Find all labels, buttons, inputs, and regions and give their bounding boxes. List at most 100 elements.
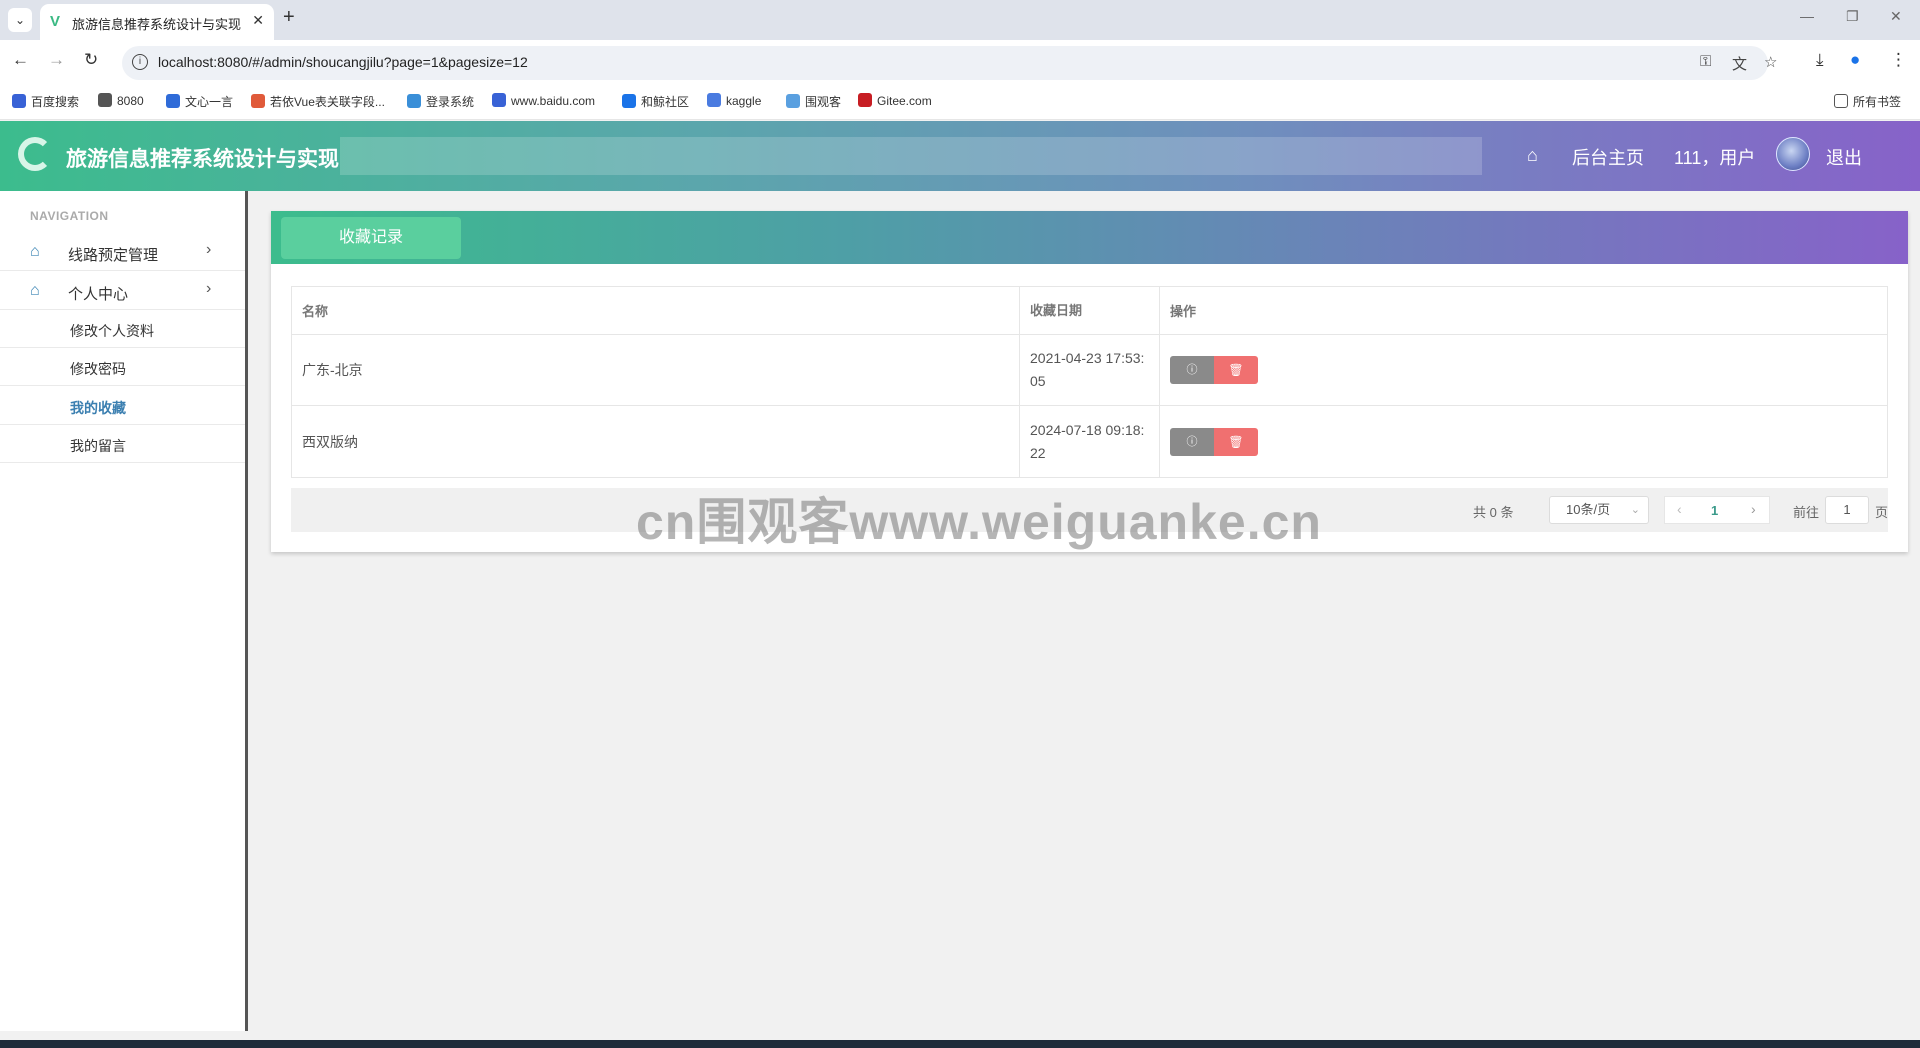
password-key-icon[interactable]: ⚿: [1700, 53, 1711, 70]
site-info-icon[interactable]: i: [132, 54, 148, 70]
weiguanke-icon: [786, 94, 800, 108]
browser-tabstrip: ⌄ V 旅游信息推荐系统设计与实现 ✕ + — ❐ ✕: [0, 0, 1920, 40]
user-label: 111，用户: [1674, 148, 1756, 168]
vue-favicon-icon: V: [50, 13, 61, 30]
detail-button[interactable]: ⓘ: [1170, 356, 1214, 384]
new-tab-icon[interactable]: +: [283, 6, 295, 29]
bookmark-item[interactable]: 若依Vue表关联字段...: [251, 93, 385, 110]
close-tab-icon[interactable]: ✕: [252, 12, 264, 29]
bookmark-item[interactable]: 百度搜索: [12, 93, 79, 110]
tab-title: 旅游信息推荐系统设计与实现: [72, 17, 242, 32]
gitee-icon: [858, 93, 872, 107]
menu-kebab-icon[interactable]: ⋮: [1890, 50, 1907, 70]
jianshu-icon: [251, 94, 265, 108]
cell-actions: ⓘ 🗑: [1160, 406, 1889, 477]
logout-link[interactable]: 退出: [1826, 144, 1862, 170]
bookmark-item[interactable]: 和鲸社区: [622, 93, 689, 110]
next-page-icon[interactable]: ›: [1751, 501, 1756, 517]
bookmark-item[interactable]: 围观客: [786, 93, 841, 110]
sidebar-item-label: 线路预定管理: [68, 247, 159, 264]
address-bar[interactable]: i localhost:8080/#/admin/shoucangjilu?pa…: [122, 46, 1777, 80]
baidu-icon: [12, 94, 26, 108]
chevron-right-icon: ›: [206, 241, 212, 258]
bookmark-star-icon[interactable]: ☆: [1764, 53, 1777, 71]
tab-favorites-records[interactable]: 收藏记录: [281, 217, 461, 259]
pager-controls: ‹ 1 ›: [1664, 496, 1770, 524]
trash-icon: 🗑: [1228, 434, 1244, 449]
taskbar: [0, 1040, 1920, 1048]
app-header: 旅游信息推荐系统设计与实现 ⌂ 后台主页 111，用户 退出: [0, 121, 1920, 191]
forward-icon[interactable]: →: [48, 50, 65, 70]
baidu-icon: [492, 93, 506, 107]
sidebar-item-label: 修改个人资料: [70, 323, 154, 339]
cell-date: 2021-04-23 17:53:05: [1020, 335, 1160, 405]
cell-name: 广东-北京: [292, 335, 1020, 405]
detail-button[interactable]: ⓘ: [1170, 427, 1214, 456]
url-text[interactable]: localhost:8080/#/admin/shoucangjilu?page…: [158, 54, 528, 70]
info-icon: ⓘ: [1186, 364, 1198, 376]
page-size-value: 10条/页: [1566, 502, 1611, 517]
sidebar-subitem-my-favorites[interactable]: 我的收藏: [0, 387, 245, 425]
translate-icon[interactable]: 文: [1732, 53, 1747, 74]
table-row: 西双版纳 2024-07-18 09:18:22 ⓘ 🗑: [292, 406, 1887, 477]
nav-caption: NAVIGATION: [30, 209, 109, 223]
sidebar-item-route-booking[interactable]: ⌂ 线路预定管理 ›: [0, 233, 245, 271]
browser-toolbar: ← → ↻ i localhost:8080/#/admin/shoucangj…: [0, 40, 1920, 84]
bookmark-item[interactable]: kaggle: [707, 93, 761, 108]
info-icon: ⓘ: [1186, 435, 1198, 448]
column-header-date: 收藏日期: [1020, 287, 1160, 334]
sidebar: NAVIGATION ⌂ 线路预定管理 › ⌂ 个人中心 › 修改个人资料 修改…: [0, 191, 248, 1031]
sidebar-subitem-edit-profile[interactable]: 修改个人资料: [0, 310, 245, 348]
column-header-name: 名称: [292, 287, 1020, 334]
login-system-icon: [407, 94, 421, 108]
current-page[interactable]: 1: [1711, 503, 1718, 518]
sidebar-item-label: 个人中心: [68, 286, 129, 303]
back-icon[interactable]: ←: [12, 50, 29, 70]
reload-icon[interactable]: ↻: [84, 50, 98, 70]
goto-page-input[interactable]: 1: [1825, 496, 1869, 524]
cell-name: 西双版纳: [292, 406, 1020, 477]
bookmark-item[interactable]: 文心一言: [166, 93, 233, 110]
sidebar-item-label: 我的收藏: [70, 400, 126, 416]
card-header: 收藏记录: [271, 211, 1908, 264]
restore-icon[interactable]: ❐: [1846, 8, 1859, 25]
download-icon[interactable]: ⤓: [1816, 50, 1824, 70]
delete-button[interactable]: 🗑: [1214, 356, 1258, 384]
home-icon: ⌂: [30, 282, 40, 299]
profile-icon[interactable]: ●: [1850, 50, 1860, 70]
sidebar-item-personal-center[interactable]: ⌂ 个人中心 ›: [0, 272, 245, 310]
home-icon: ⌂: [30, 243, 40, 260]
heywhale-icon: [622, 94, 636, 108]
home-icon[interactable]: ⌂: [1527, 145, 1538, 166]
sidebar-subitem-my-messages[interactable]: 我的留言: [0, 425, 245, 463]
table-row: 广东-北京 2021-04-23 17:53:05 ⓘ 🗑: [292, 335, 1887, 406]
bookmark-item[interactable]: 登录系统: [407, 93, 474, 110]
sidebar-subitem-change-password[interactable]: 修改密码: [0, 348, 245, 386]
window-close-icon[interactable]: ✕: [1890, 8, 1902, 25]
admin-home-link[interactable]: 后台主页: [1572, 144, 1644, 170]
sidebar-item-label: 我的留言: [70, 438, 126, 454]
tab-search-icon[interactable]: ⌄: [8, 8, 32, 32]
goto-suffix: 页: [1875, 505, 1889, 520]
browser-tab[interactable]: V 旅游信息推荐系统设计与实现 ✕: [40, 4, 274, 40]
avatar[interactable]: [1776, 137, 1810, 171]
favorites-table: 名称 收藏日期 操作 广东-北京 2021-04-23 17:53:05 ⓘ 🗑…: [291, 286, 1888, 478]
bookmark-item[interactable]: Gitee.com: [858, 93, 932, 108]
chevron-down-icon: ⌄: [1630, 504, 1640, 516]
prev-page-icon[interactable]: ‹: [1677, 501, 1682, 517]
cell-date: 2024-07-18 09:18:22: [1020, 406, 1160, 477]
chevron-right-icon: ›: [206, 280, 212, 297]
page-size-select[interactable]: 10条/页 ⌄: [1549, 496, 1649, 524]
bookmark-item[interactable]: 8080: [98, 93, 144, 108]
column-header-actions: 操作: [1170, 304, 1197, 319]
delete-button[interactable]: 🗑: [1214, 427, 1258, 456]
goto-label: 前往: [1793, 505, 1820, 520]
minimize-icon[interactable]: —: [1800, 8, 1814, 24]
header-decor-bar: [340, 137, 1482, 175]
pagination-total: 共 0 条: [1473, 505, 1514, 520]
cell-actions: ⓘ 🗑: [1160, 335, 1889, 405]
all-bookmarks[interactable]: 所有书签: [1834, 93, 1901, 110]
trash-icon: 🗑: [1228, 363, 1244, 377]
kaggle-icon: [707, 93, 721, 107]
bookmark-item[interactable]: www.baidu.com: [492, 93, 595, 108]
